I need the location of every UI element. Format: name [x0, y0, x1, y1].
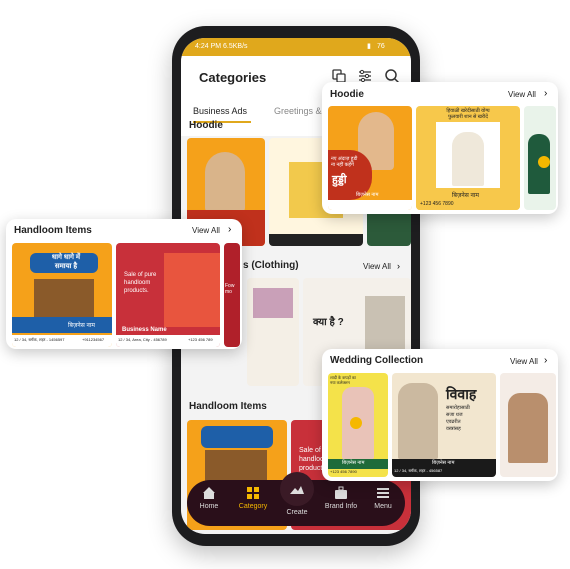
- wedding2-footer: बिज़नेस नाम: [432, 460, 455, 466]
- wedding1-phone: +123 456 7890: [330, 469, 357, 474]
- hoodie-image: [436, 122, 500, 188]
- handloom-phone: +911234567: [82, 337, 105, 342]
- hoodie-sub-text: नए अंदाज़ हूडी ना नहीं कहेंगे: [331, 156, 358, 168]
- wedding1-header: शादी के कपड़ों का नया कलेक्शन: [330, 375, 356, 385]
- hoodie-view-all[interactable]: View All: [508, 90, 536, 99]
- title-banner: [201, 426, 273, 448]
- nav-home-label: Home: [199, 503, 219, 510]
- model-image: [398, 383, 438, 459]
- hoodie-card-thumb-2[interactable]: हिवाळी खरेदीसाठी योग्य फुलवारी शान से खर…: [416, 106, 520, 210]
- nav-brand-info[interactable]: Brand Info: [321, 486, 361, 510]
- nav-category[interactable]: Category: [233, 486, 273, 510]
- clothes-stack-image: [365, 296, 405, 350]
- fabric-image: [253, 288, 293, 318]
- hoodie2-header: हिवाळी खरेदीसाठी योग्य फुलवारी शान से खर…: [446, 108, 490, 120]
- wedding2-text: समारोहासाठी सजा धज एवढरीत वस्त्रांसह: [446, 405, 470, 432]
- handloom-card[interactable]: Handloom Items View All › धागे धागे में …: [6, 219, 242, 349]
- view-all-clothing[interactable]: View All: [363, 262, 391, 271]
- hoodie-card-title: Hoodie: [330, 89, 364, 100]
- home-icon: [203, 487, 215, 499]
- play-icon[interactable]: [538, 156, 550, 168]
- thumb-footer: [328, 200, 412, 210]
- nav-menu-label: Menu: [374, 503, 392, 510]
- battery-icon: ▮: [367, 43, 371, 50]
- handloom-card-thumb-2[interactable]: Sale of pure handloom products. Business…: [116, 243, 220, 347]
- handloom-card-thumb-3[interactable]: Fow mo: [224, 243, 240, 347]
- nav-home[interactable]: Home: [189, 486, 229, 510]
- chevron-right-icon[interactable]: ›: [228, 224, 231, 235]
- section-title-handloom: Handloom Items: [189, 401, 267, 412]
- hoodie-card-thumb-1[interactable]: नए अंदाज़ हूडी ना नहीं कहेंगे हुड्डी बिज…: [328, 106, 412, 210]
- handloom-card-title: Handloom Items: [14, 225, 92, 236]
- handloom2-phone: +123 456 789: [188, 337, 213, 342]
- hoodie-title-text: हुड्डी: [332, 174, 347, 186]
- bottom-nav: Home Category Create Brand Info Menu: [187, 472, 405, 526]
- nav-create-label: Create: [286, 509, 308, 516]
- hoodie2-contact: +123 456 7890: [420, 201, 454, 207]
- business-name: Business Name: [122, 327, 167, 333]
- hoodie-shape: [452, 132, 484, 186]
- handloom-title-text: धागे धागे में समाया है: [51, 254, 81, 270]
- fabric-image: [164, 253, 220, 327]
- grid-icon: [247, 487, 259, 499]
- section-title-hoodie: Hoodie: [189, 120, 223, 131]
- handloom3-text: Fow mo: [225, 283, 235, 295]
- status-time: 4:24 PM: [195, 43, 222, 50]
- wedding-card[interactable]: Wedding Collection View All › शादी के कप…: [322, 349, 558, 481]
- menu-icon: [377, 488, 389, 498]
- nav-create[interactable]: Create: [277, 472, 317, 516]
- hoodie-footer-text: बिज़नेस नाम: [356, 192, 379, 198]
- wedding2-title: विवाह: [446, 386, 477, 402]
- briefcase-icon: [335, 486, 347, 499]
- section-title-clothing: s (Clothing): [243, 260, 299, 271]
- page-title: Categories: [199, 70, 267, 85]
- status-battery: 76: [377, 43, 385, 50]
- handloom-address: 12 / 34, ब्लॉक, शहर - 1456597: [14, 337, 65, 342]
- nav-menu[interactable]: Menu: [363, 486, 403, 510]
- model-image: [205, 152, 245, 212]
- couple-image: [508, 393, 548, 463]
- thumb-footer: [269, 234, 363, 246]
- wedding-card-thumb-3[interactable]: [500, 373, 556, 477]
- handloom-view-all[interactable]: View All: [192, 226, 220, 235]
- wedding-card-title: Wedding Collection: [330, 355, 424, 366]
- wedding-card-thumb-2[interactable]: विवाह समारोहासाठी सजा धज एवढरीत वस्त्रां…: [392, 373, 496, 477]
- chevron-right-icon[interactable]: ›: [544, 355, 547, 366]
- handloom2-address: 12 / 34, Area, City - 456789: [118, 337, 167, 342]
- nav-brand-info-label: Brand Info: [324, 503, 358, 510]
- wedding1-footer: बिज़नेस नाम: [342, 460, 365, 466]
- nav-category-label: Category: [238, 503, 268, 510]
- clothing-question: क्या है ?: [313, 317, 344, 328]
- create-icon: [280, 472, 314, 506]
- wedding-view-all[interactable]: View All: [510, 357, 538, 366]
- handloom-sale-text: Sale of pure handloom products.: [124, 272, 157, 294]
- handloom-footer: बिज़नेस नाम: [68, 323, 95, 329]
- tab-greetings[interactable]: Greetings &: [274, 106, 322, 116]
- chevron-right-icon[interactable]: ›: [544, 88, 547, 99]
- wedding-card-thumb-1[interactable]: शादी के कपड़ों का नया कलेक्शन बिज़नेस ना…: [328, 373, 388, 477]
- chevron-right-icon[interactable]: ›: [397, 261, 400, 271]
- status-speed: 6.5KB/s: [223, 43, 248, 50]
- hoodie2-footer: बिज़नेस नाम: [452, 193, 479, 199]
- hoodie-card[interactable]: Hoodie View All › नए अंदाज़ हूडी ना नहीं…: [322, 82, 558, 214]
- handloom-card-thumb-1[interactable]: धागे धागे में समाया है बिज़नेस नाम 12 / …: [12, 243, 112, 347]
- tab-business-ads[interactable]: Business Ads: [193, 106, 247, 116]
- weaving-image: [34, 279, 94, 317]
- thumb-band: [12, 317, 112, 333]
- status-bar: 4:24 PM 6.5KB/s ▮ 76: [181, 38, 411, 56]
- wedding2-address: 12 / 34, ब्लॉक, शहर - 456587: [394, 468, 443, 473]
- hoodie-card-thumb-3[interactable]: [524, 106, 556, 210]
- play-icon[interactable]: [350, 417, 362, 429]
- clothing-thumb[interactable]: [247, 278, 299, 386]
